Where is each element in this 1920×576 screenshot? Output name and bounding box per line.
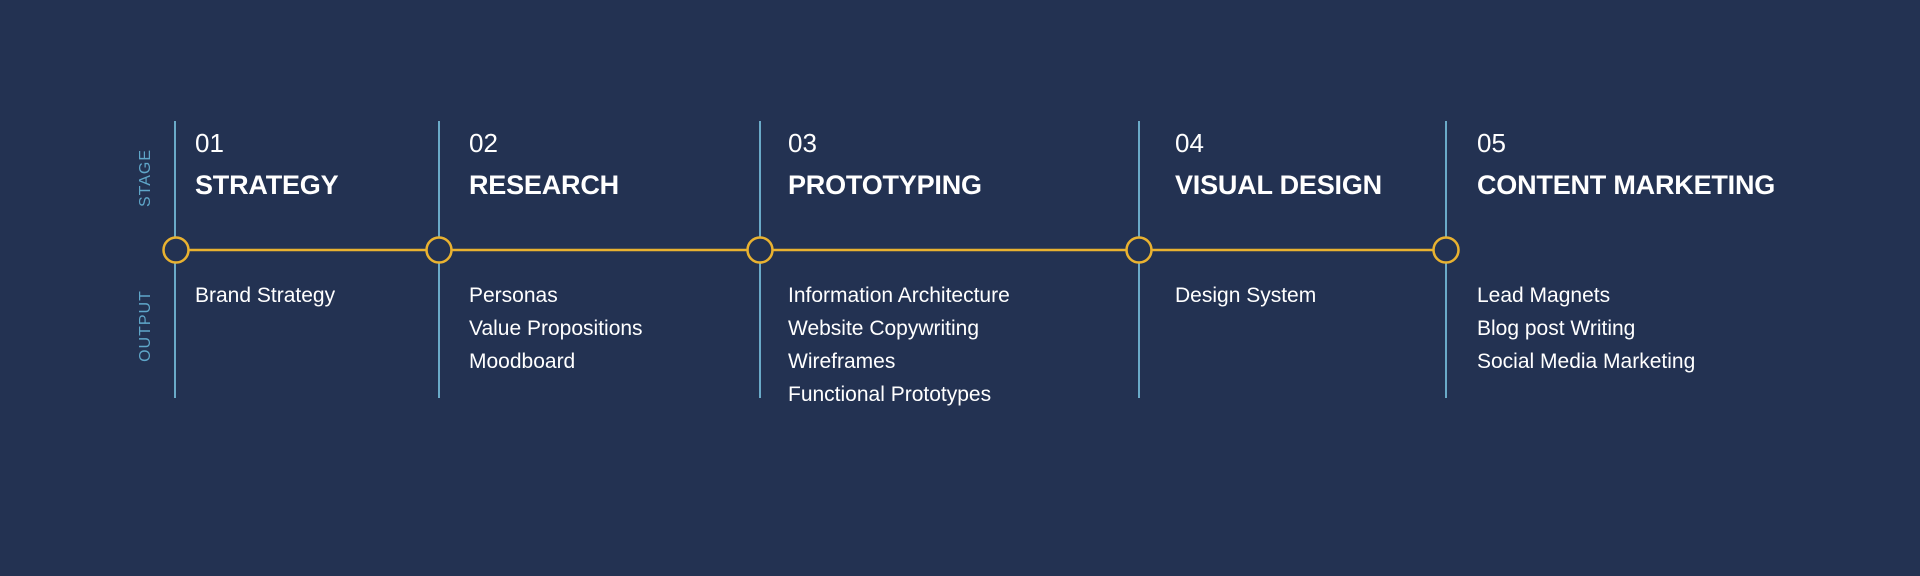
output-item: Design System (1175, 284, 1317, 307)
output-axis-label: OUTPUT (137, 290, 154, 362)
stage-number: 04 (1175, 128, 1204, 158)
stage-divider-4 (1138, 121, 1140, 398)
stage-outputs: Brand Strategy (195, 284, 335, 317)
output-item: Brand Strategy (195, 284, 336, 307)
stage-number: 05 (1477, 128, 1506, 158)
stage-axis-label: STAGE (137, 148, 154, 208)
output-item: Functional Prototypes (788, 383, 992, 406)
stage-divider-1 (174, 121, 176, 398)
stage-title: STRATEGY (195, 170, 339, 200)
stage-title: CONTENT MARKETING (1477, 170, 1776, 200)
stage-number: 02 (469, 128, 498, 158)
timeline-node-1 (162, 236, 190, 264)
stage-number: 03 (788, 128, 817, 158)
stage-title: VISUAL DESIGN (1175, 170, 1382, 200)
stage-outputs: Design System (1175, 284, 1316, 317)
stage-outputs: Lead Magnets Blog post Writing Social Me… (1477, 284, 1696, 383)
stage-divider-3 (759, 121, 761, 398)
stage-divider-5 (1445, 121, 1447, 398)
stage-title: PROTOTYPING (788, 170, 982, 200)
output-item: Social Media Marketing (1477, 350, 1696, 373)
stage-divider-2 (438, 121, 440, 398)
stage-number: 01 (195, 128, 224, 158)
stage-outputs: Personas Value Propositions Moodboard (469, 284, 643, 383)
stage-title: RESEARCH (469, 170, 619, 200)
stage-outputs: Information Architecture Website Copywri… (788, 284, 1010, 416)
